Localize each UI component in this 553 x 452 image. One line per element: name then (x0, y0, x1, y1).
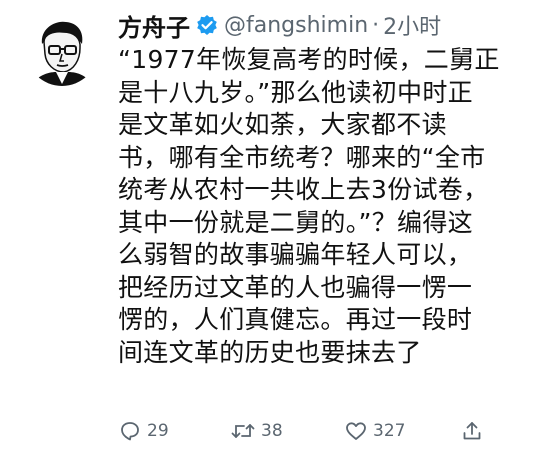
retweet-count: 38 (261, 421, 283, 441)
header-separator: · (372, 12, 380, 38)
reply-count: 29 (147, 421, 169, 441)
tweet-text: “1977年恢复高考的时候，二舅正 是十八九岁。”那么他读初中时正 是文革如火如… (118, 44, 538, 369)
tweet-text-line: 书，哪有全市统考？哪来的“全市 (118, 142, 486, 172)
tweet-text-line: 统考从农村一共收上去3份试卷， (118, 175, 489, 204)
verified-badge-icon (196, 14, 218, 36)
like-button[interactable]: 327 (344, 416, 405, 446)
share-button[interactable] (460, 416, 489, 446)
user-handle[interactable]: @fangshimin (224, 13, 368, 38)
reply-icon (121, 422, 139, 441)
tweet-actions: 29 38 327 (118, 416, 538, 446)
tweet-header: 方舟子 @fangshimin · 2小时 (118, 8, 441, 42)
tweet-text-line: 其中一份就是二舅的。”？编得这 (118, 207, 473, 237)
reply-button[interactable]: 29 (118, 416, 169, 446)
avatar-portrait (26, 14, 98, 86)
avatar[interactable] (26, 14, 98, 86)
tweet-text-line: 是十八九岁。”那么他读初中时正 (118, 77, 473, 107)
tweet-text-line: 把经历过文革的人也骗得一愣一 (118, 272, 473, 302)
tweet-timestamp[interactable]: 2小时 (383, 9, 441, 41)
display-name[interactable]: 方舟子 (118, 8, 190, 43)
share-icon (463, 422, 481, 440)
retweet-button[interactable]: 38 (230, 416, 283, 446)
tweet-text-line: 间连文革的历史也要抹去了 (118, 337, 422, 367)
tweet-text-line: 是文革如火如荼，大家都不读 (118, 110, 447, 139)
heart-icon (346, 422, 366, 440)
tweet-text-line: 么弱智的故事骗骗年轻人可以， (118, 240, 473, 269)
tweet-text-line: 愣的，人们真健忘。再过一段时 (118, 305, 473, 334)
tweet-text-line: “1977年恢复高考的时候，二舅正 (118, 45, 500, 74)
like-count: 327 (373, 421, 406, 441)
retweet-icon (231, 424, 255, 438)
